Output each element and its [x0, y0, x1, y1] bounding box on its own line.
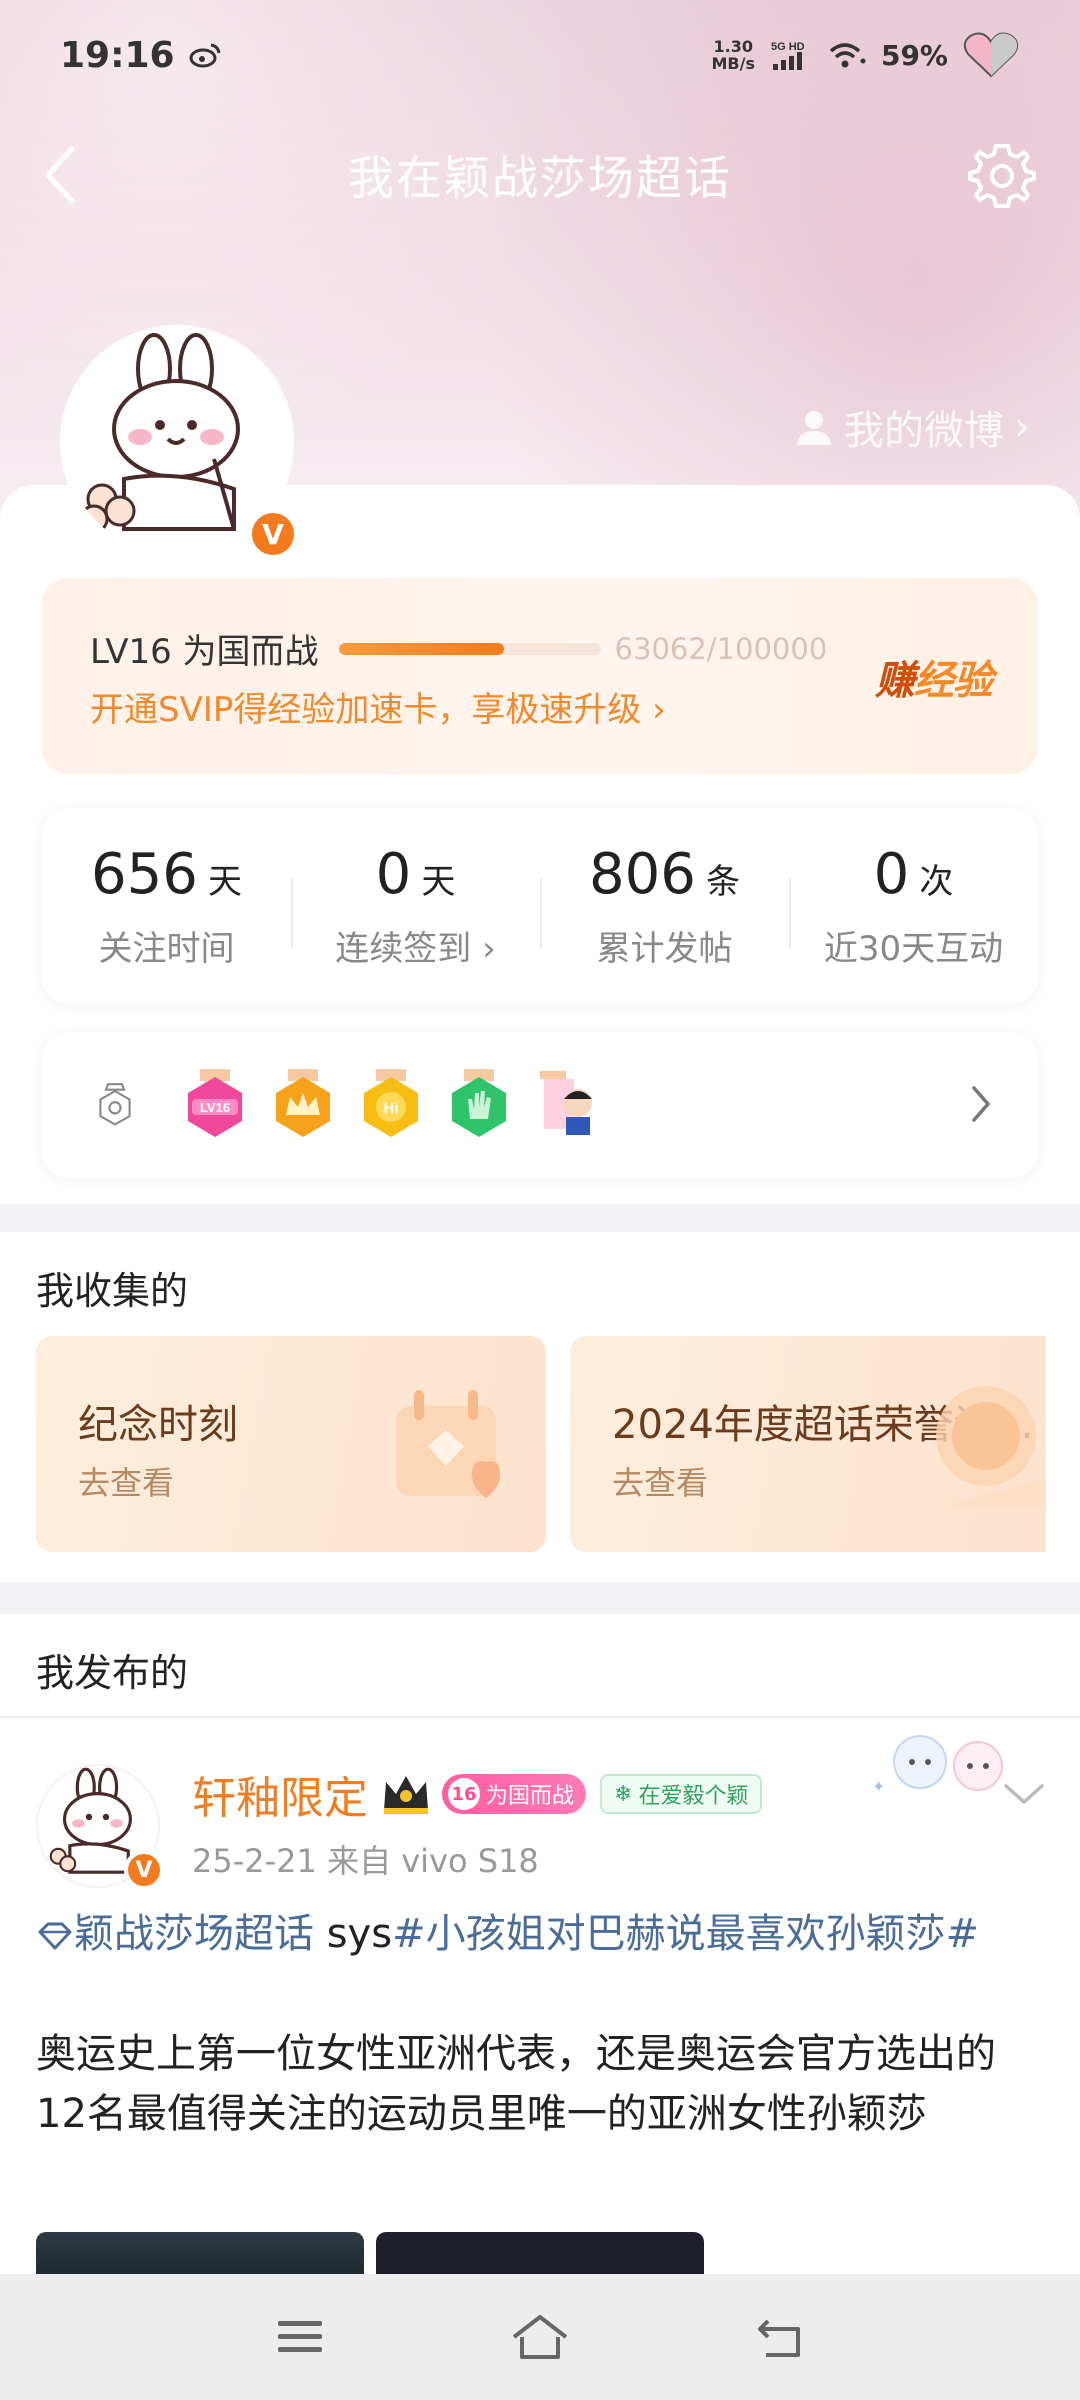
- collection-card-honor-cert[interactable]: 2024年度超话荣誉证… 去查看: [570, 1336, 1046, 1552]
- avatar[interactable]: V: [60, 325, 298, 559]
- svg-text:Hi: Hi: [384, 1100, 399, 1117]
- stat-post-count: 806 条 累计发帖: [540, 808, 789, 1004]
- badge-wall-icon: [99, 1083, 131, 1126]
- network-speed: 1.30 MB/s: [711, 37, 755, 73]
- hand-badge-icon: [452, 1069, 506, 1137]
- lv16-badge-icon: LV16: [188, 1069, 242, 1137]
- stat-interactions: 0次 近30天互动: [789, 808, 1038, 1004]
- supertopic-link[interactable]: 颖战莎场超话: [36, 1911, 314, 1957]
- menu-icon: [278, 2321, 322, 2352]
- post-username[interactable]: 轩釉限定: [192, 1762, 368, 1826]
- svip-promo-link[interactable]: 开通SVIP得经验加速卡，享极速升级 ›: [90, 682, 666, 731]
- gear-icon: [968, 144, 1036, 208]
- home-icon: [512, 2315, 568, 2359]
- post-topic-line: 颖战莎场超话 sys#小孩姐对巴赫说最喜欢孙颖莎#: [36, 1904, 1046, 1964]
- snowflake-icon: ❄: [614, 1781, 633, 1807]
- chevron-right-icon: ›: [1014, 404, 1030, 450]
- menu-button[interactable]: [260, 2297, 340, 2377]
- status-time: 19:16: [60, 34, 175, 76]
- earn-exp-button[interactable]: 赚经验: [875, 648, 993, 706]
- collection-section: 我收集的 纪念时刻 去查看 2024年度超话荣誉证… 去查看: [0, 1232, 1080, 1582]
- verified-badge: V: [248, 509, 298, 559]
- my-weibo-label: 我的微博: [844, 408, 1004, 454]
- svg-text:✦: ✦: [872, 1777, 885, 1796]
- person-icon: [797, 411, 831, 445]
- collection-card-memorial[interactable]: 纪念时刻 去查看: [36, 1336, 546, 1552]
- post-user-line: 轩釉限定 16 为国而战 ❄ 在爱毅个颖: [192, 1762, 763, 1826]
- system-nav-bar: [0, 2274, 1080, 2400]
- fan-group-tag[interactable]: ❄ 在爱毅个颖: [600, 1774, 763, 1814]
- level-progress-bar: [338, 642, 601, 655]
- home-button[interactable]: [500, 2297, 580, 2377]
- chevron-down-icon[interactable]: [1002, 1780, 1046, 1808]
- level-progress-fill: [338, 642, 504, 655]
- posts-title: 我发布的: [36, 1651, 189, 1695]
- hi-badge-icon: Hi: [364, 1069, 418, 1137]
- level-tag: 16 为国而战: [442, 1774, 587, 1814]
- level-label: LV16 为国而战: [90, 632, 319, 672]
- page-title: 我在颖战莎场超话: [348, 151, 732, 205]
- hashtag-link[interactable]: #小孩姐对巴赫说最喜欢孙颖莎#: [392, 1911, 979, 1957]
- divider: [0, 1716, 1080, 1718]
- verified-badge: V: [124, 1850, 164, 1890]
- nav-bar: 我在颖战莎场超话: [0, 120, 1080, 230]
- stat-follow-days: 656 天 关注时间: [91, 842, 242, 969]
- calendar-heart-icon: [396, 1390, 500, 1498]
- back-button[interactable]: [30, 142, 90, 208]
- svg-text:5G HD: 5G HD: [771, 41, 805, 53]
- settings-button[interactable]: [962, 136, 1042, 216]
- collection-title: 我收集的: [36, 1269, 189, 1313]
- medal-icon: [936, 1386, 1046, 1506]
- badges-row[interactable]: LV16 Hi: [42, 1032, 1038, 1178]
- post-body: 奥运史上第一位女性亚洲代表，还是奥运会官方选出的12名最值得关注的运动员里唯一的…: [36, 2031, 996, 2137]
- posts-section: 我发布的 V 轩釉限定 16 为国而战 ❄ 在爱毅个颖 25-2-21 来自 v…: [0, 1614, 1080, 2292]
- crown-badge-icon: [276, 1069, 330, 1137]
- level-panel[interactable]: LV16 为国而战 63062/100000 开通SVIP得经验加速卡，享极速升…: [42, 578, 1038, 774]
- crown-icon: [384, 1776, 428, 1814]
- battery-heart-icon: [963, 32, 1019, 78]
- chevron-right-icon: [972, 1086, 990, 1122]
- weibo-notification-icon: [189, 43, 221, 68]
- diamond-icon: [38, 1922, 72, 1950]
- post-meta: 25-2-21 来自 vivo S18: [192, 1842, 539, 1880]
- back-nav-button[interactable]: [740, 2297, 820, 2377]
- character-badge-icon: [540, 1071, 592, 1135]
- stat-checkin-streak[interactable]: 0天 连续签到 ›: [291, 808, 540, 1004]
- svg-text:LV16: LV16: [200, 1100, 230, 1115]
- post-avatar[interactable]: V: [36, 1764, 164, 1890]
- signal-icon: 5G HD: [771, 41, 805, 70]
- status-bar: 19:16 1.30 MB/s 5G HD 59%: [0, 0, 1080, 110]
- my-weibo-link[interactable]: 我的微博 ›: [794, 398, 1030, 456]
- level-exp: 63062/100000: [614, 631, 828, 666]
- stats-panel: 656 天 关注时间 0天 连续签到 › 806 条 累计发帖 0次 近30天互动: [42, 808, 1038, 1004]
- return-icon: [758, 2319, 800, 2357]
- battery-percent: 59%: [880, 38, 948, 72]
- chevron-left-icon: [45, 146, 75, 204]
- wifi-icon: [829, 43, 866, 68]
